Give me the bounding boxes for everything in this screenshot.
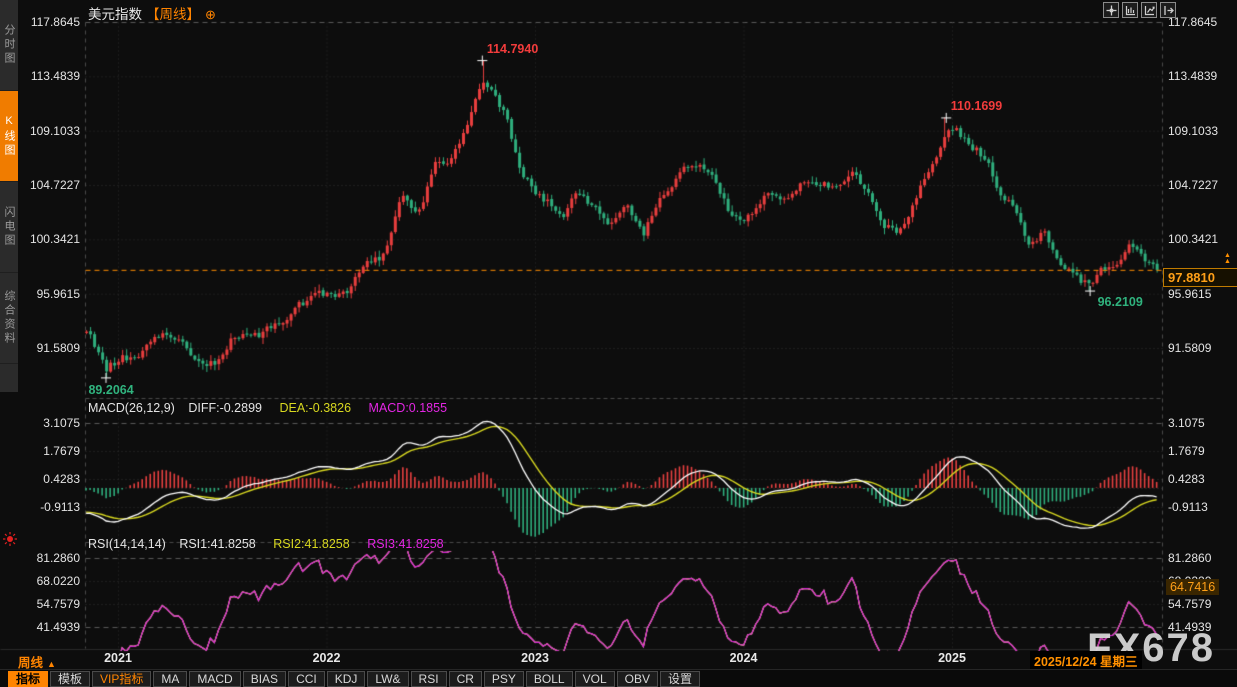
kline-app-window: 分时图K线图闪电图综合资料 美元指数【周线】 ⊕: [0, 0, 1237, 687]
y-axis-label-right: 100.3421: [1168, 232, 1218, 246]
last-date-label: 2025/12/24 星期三: [1030, 651, 1142, 670]
y-axis-label-left: 117.8645: [12, 15, 80, 29]
toolbar-tab-LW&[interactable]: LW&: [367, 671, 408, 687]
chart-mode-sidebar: 分时图K线图闪电图综合资料: [0, 0, 18, 392]
period-arrow-icon: ▲: [47, 659, 56, 669]
y-axis-label-left: 54.7579: [12, 597, 80, 611]
y-axis-label-left: 1.7679: [12, 444, 80, 458]
toolbar-tab-CR[interactable]: CR: [449, 671, 482, 687]
y-axis-label-right: 81.2860: [1168, 551, 1211, 565]
toolbar-tab-KDJ[interactable]: KDJ: [327, 671, 366, 687]
toolbar-tab-设置[interactable]: 设置: [660, 671, 700, 687]
sidebar-item-0[interactable]: 分时图: [0, 0, 18, 91]
fit-x-icon[interactable]: [1122, 2, 1138, 18]
chart-title-row: 美元指数【周线】 ⊕: [88, 3, 216, 23]
macd-dea: DEA:-0.3826: [279, 401, 351, 415]
y-axis-label-right: 91.5809: [1168, 341, 1211, 355]
price-marker-icon: ▲ ▲: [1224, 253, 1231, 265]
sidebar-item-1[interactable]: K线图: [0, 91, 18, 182]
rsi-header: RSI(14,14,14) RSI1:41.8258 RSI2:41.8258 …: [88, 537, 444, 551]
rsi2: RSI2:41.8258: [273, 537, 349, 551]
y-axis-label-right: 54.7579: [1168, 597, 1211, 611]
rsi1: RSI1:41.8258: [179, 537, 255, 551]
toolbar-tab-指标[interactable]: 指标: [8, 671, 48, 687]
toolbar-tab-PSY[interactable]: PSY: [484, 671, 524, 687]
y-axis-label-left: 100.3421: [12, 232, 80, 246]
chart-canvas[interactable]: [0, 0, 1237, 687]
y-axis-label-left: -0.9113: [12, 500, 80, 514]
toolbar-tab-MA[interactable]: MA: [153, 671, 187, 687]
y-axis-label-left: 3.1075: [12, 416, 80, 430]
indicator-toolbar: 指标模板VIP指标MAMACDBIASCCIKDJLW&RSICRPSYBOLL…: [0, 669, 1237, 687]
rsi3: RSI3:41.8258: [367, 537, 443, 551]
y-axis-label-left: 0.4283: [12, 472, 80, 486]
x-axis-year-2022: 2022: [313, 651, 341, 665]
y-axis-label-left: 81.2860: [12, 551, 80, 565]
window-controls: [1103, 2, 1176, 18]
y-axis-label-left: 91.5809: [12, 341, 80, 355]
y-axis-label-right: 3.1075: [1168, 416, 1205, 430]
y-axis-label-left: 109.1033: [12, 124, 80, 138]
y-axis-label-left: 113.4839: [12, 69, 80, 83]
pan-icon[interactable]: [1103, 2, 1119, 18]
x-axis-year-2021: 2021: [104, 651, 132, 665]
y-axis-label-right: 113.4839: [1168, 69, 1217, 83]
fit-y-icon[interactable]: [1141, 2, 1157, 18]
period-tag: 【周线】: [146, 7, 200, 22]
instrument-title: 美元指数: [88, 7, 142, 22]
y-axis-label-right: 1.7679: [1168, 444, 1205, 458]
exit-icon[interactable]: [1160, 2, 1176, 18]
macd-value: MACD:0.1855: [369, 401, 448, 415]
rsi-title: RSI(14,14,14): [88, 537, 166, 551]
y-axis-label-left: 95.9615: [12, 287, 80, 301]
toolbar-tab-模板[interactable]: 模板: [50, 671, 90, 687]
x-axis-year-2023: 2023: [521, 651, 549, 665]
price-marker-bottom: ▲: [1224, 259, 1231, 265]
toolbar-tab-MACD[interactable]: MACD: [189, 671, 240, 687]
toolbar-tab-CCI[interactable]: CCI: [288, 671, 325, 687]
sidebar-item-3[interactable]: 综合资料: [0, 273, 18, 364]
extreme-label-high: 114.7940: [487, 42, 538, 56]
y-axis-label-left: 41.4939: [12, 620, 80, 634]
macd-header: MACD(26,12,9) DIFF:-0.2899 DEA:-0.3826 M…: [88, 401, 447, 415]
y-axis-label-right: 109.1033: [1168, 124, 1218, 138]
add-compare-icon[interactable]: ⊕: [205, 7, 216, 22]
y-axis-label-right: -0.9113: [1168, 500, 1208, 514]
toolbar-tab-BOLL[interactable]: BOLL: [526, 671, 573, 687]
sidebar-item-2[interactable]: 闪电图: [0, 182, 18, 273]
toolbar-tab-VOL[interactable]: VOL: [575, 671, 615, 687]
y-axis-label-right: 104.7227: [1168, 178, 1218, 192]
toolbar-tab-OBV[interactable]: OBV: [617, 671, 658, 687]
y-axis-label-right: 95.9615: [1168, 287, 1211, 301]
toolbar-tab-VIP指标[interactable]: VIP指标: [92, 671, 151, 687]
extreme-label-low: 89.2064: [88, 383, 133, 397]
alert-icon[interactable]: [2, 531, 18, 547]
macd-diff: DIFF:-0.2899: [188, 401, 262, 415]
macd-title: MACD(26,12,9): [88, 401, 175, 415]
toolbar-tab-BIAS[interactable]: BIAS: [243, 671, 286, 687]
extreme-label-low: 96.2109: [1098, 295, 1143, 309]
toolbar-tab-RSI[interactable]: RSI: [411, 671, 447, 687]
y-axis-label-right: 0.4283: [1168, 472, 1205, 486]
rsi-current-value-tag: 64.7416: [1166, 579, 1219, 595]
period-label: 周线: [18, 656, 43, 670]
x-axis-year-2025: 2025: [938, 651, 966, 665]
x-axis-year-2024: 2024: [730, 651, 758, 665]
current-price-tag: 97.8810: [1163, 268, 1237, 287]
y-axis-label-left: 68.0220: [12, 574, 80, 588]
extreme-label-high: 110.1699: [951, 99, 1002, 113]
y-axis-label-left: 104.7227: [12, 178, 80, 192]
